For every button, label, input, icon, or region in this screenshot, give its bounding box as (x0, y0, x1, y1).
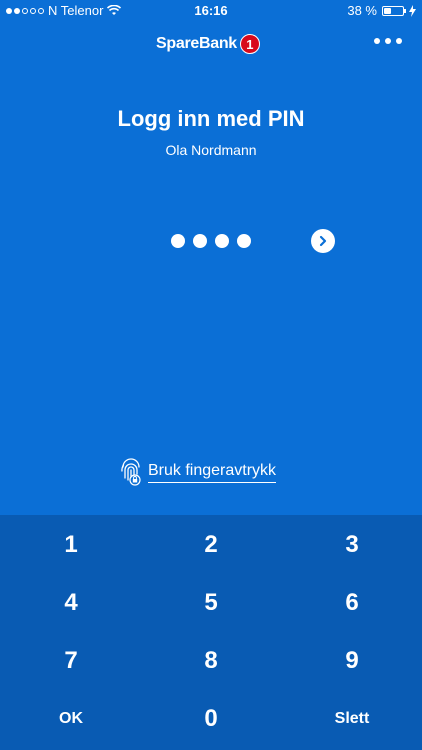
more-options-button[interactable] (374, 38, 402, 44)
more-dot-icon (396, 38, 402, 44)
next-button[interactable] (311, 229, 335, 253)
use-fingerprint-link[interactable]: Bruk fingeravtrykk (120, 458, 277, 486)
battery-percent: 38 % (347, 3, 377, 18)
more-dot-icon (374, 38, 380, 44)
key-6[interactable]: 6 (282, 574, 422, 632)
battery-level-fill (384, 7, 391, 14)
key-3[interactable]: 3 (282, 516, 422, 574)
battery-icon (382, 5, 406, 16)
key-4[interactable]: 4 (1, 574, 141, 632)
pin-dot (237, 234, 251, 248)
fingerprint-icon (121, 458, 141, 486)
logo-text: SpareBank (156, 35, 237, 52)
status-bar: N Telenor 16:16 38 % (0, 0, 422, 22)
app-header: SpareBank 1 (0, 30, 422, 62)
user-name: Ola Nordmann (165, 142, 257, 158)
key-2[interactable]: 2 (141, 516, 281, 574)
pin-indicator (171, 234, 251, 248)
key-7[interactable]: 7 (1, 632, 141, 690)
pin-dot (193, 234, 207, 248)
numeric-keypad: 1 2 3 4 5 6 7 8 9 OK 0 Slett (0, 515, 422, 750)
key-9[interactable]: 9 (282, 632, 422, 690)
key-5[interactable]: 5 (141, 574, 281, 632)
logo-badge: 1 (239, 34, 260, 54)
sparebank-logo: SpareBank 1 (156, 34, 260, 54)
page-title: Logg inn med PIN (117, 106, 305, 131)
delete-button[interactable]: Slett (282, 690, 422, 748)
pin-dot (171, 234, 185, 248)
status-right: 38 % (347, 3, 416, 18)
pin-dot (215, 234, 229, 248)
key-1[interactable]: 1 (1, 516, 141, 574)
more-dot-icon (385, 38, 391, 44)
fingerprint-label: Bruk fingeravtrykk (148, 462, 277, 483)
charging-bolt-icon (409, 4, 416, 17)
key-0[interactable]: 0 (141, 690, 281, 748)
key-8[interactable]: 8 (141, 632, 281, 690)
chevron-right-icon (319, 235, 327, 247)
ok-button[interactable]: OK (1, 690, 141, 748)
